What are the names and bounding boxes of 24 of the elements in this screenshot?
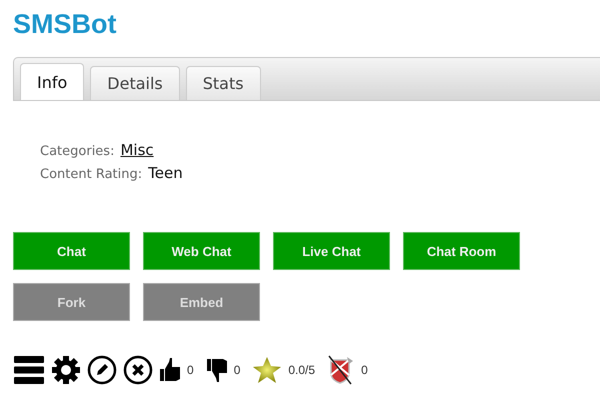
action-button[interactable]: Web Chat — [143, 232, 260, 270]
field-label: Categories: — [40, 144, 114, 159]
tab[interactable]: Info — [20, 63, 84, 100]
thumbs-up-icon[interactable] — [159, 357, 181, 383]
menu-icon[interactable] — [13, 355, 45, 385]
dislike-count: 0 — [234, 363, 240, 377]
edit-icon[interactable] — [87, 355, 117, 385]
settings-icon[interactable] — [51, 355, 81, 385]
rating-text: 0.0/5 — [288, 363, 316, 377]
page-title: SMSBot — [13, 8, 118, 41]
action-button[interactable]: Chat Room — [403, 232, 520, 270]
close-icon[interactable] — [123, 355, 153, 385]
thumbs-down-icon[interactable] — [206, 357, 228, 383]
action-button[interactable]: Live Chat — [273, 232, 390, 270]
star-icon[interactable] — [252, 356, 282, 384]
category-link[interactable]: Misc — [120, 141, 154, 159]
action-button[interactable]: Chat — [13, 232, 130, 270]
like-count: 0 — [187, 363, 194, 377]
tab[interactable]: Details — [90, 66, 180, 100]
field-label: Content Rating: — [40, 167, 142, 182]
tab[interactable]: Stats — [186, 66, 261, 100]
field-value: Teen — [148, 164, 183, 182]
flag-shield-icon[interactable] — [327, 355, 356, 385]
flag-count: 0 — [361, 363, 368, 377]
